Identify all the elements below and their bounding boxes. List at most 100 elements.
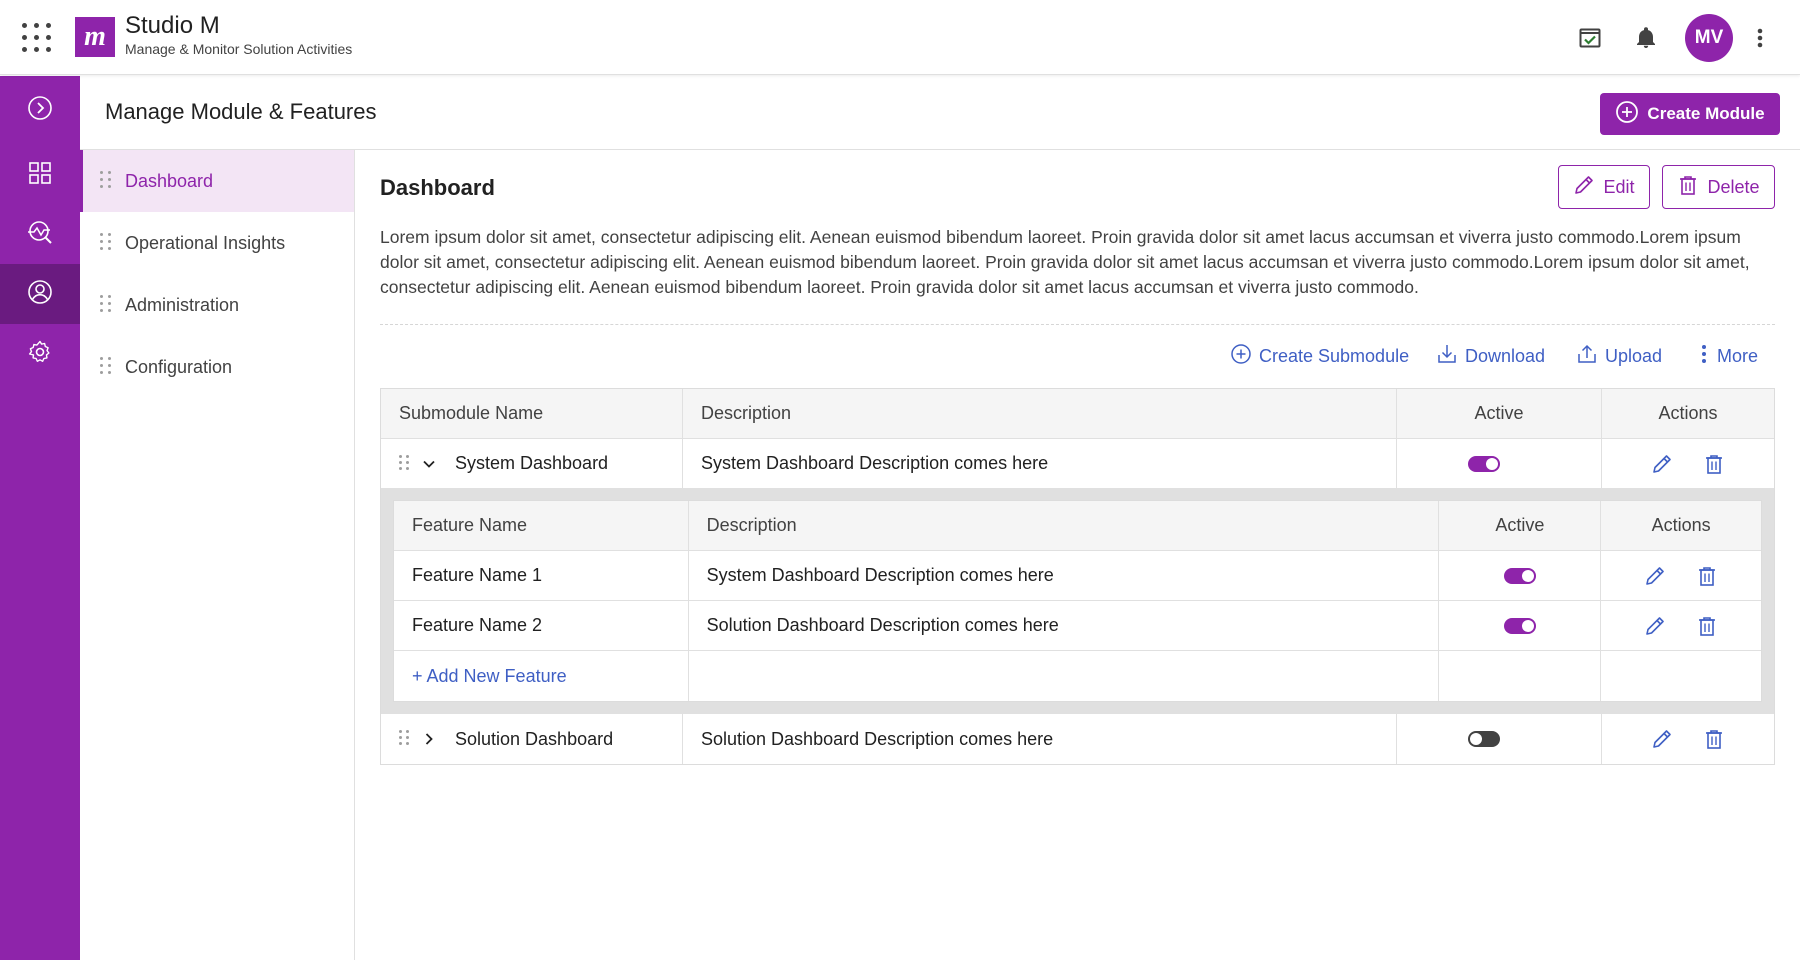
create-submodule-link[interactable]: Create Submodule [1230, 343, 1409, 369]
active-toggle[interactable] [1503, 617, 1536, 634]
plus-circle-icon [1615, 100, 1639, 129]
delete-button[interactable]: Delete [1662, 165, 1775, 209]
trash-icon [1677, 174, 1699, 201]
pencil-icon [1573, 174, 1595, 201]
active-cell [1439, 601, 1602, 650]
rail-expand-button[interactable] [0, 80, 80, 140]
more-link[interactable]: More [1698, 343, 1758, 369]
actions-cell [1601, 601, 1761, 650]
column-header: Actions [1651, 515, 1711, 535]
submodule-table: Submodule Name Description Active Action… [380, 388, 1775, 765]
module-nav-label: Configuration [125, 356, 233, 377]
bell-icon[interactable] [1632, 24, 1660, 52]
edit-pencil-icon[interactable] [1651, 728, 1673, 750]
table-row: Feature Name 2 Solution Dashboard Descri… [394, 601, 1761, 651]
table-row: + Add New Feature [394, 651, 1761, 701]
table-row: System Dashboard System Dashboard Descri… [381, 439, 1774, 489]
create-submodule-label: Create Submodule [1259, 345, 1410, 366]
drag-handle-icon[interactable] [100, 171, 112, 191]
module-nav-item-dashboard[interactable]: Dashboard [80, 150, 354, 212]
upload-label: Upload [1605, 345, 1663, 366]
delete-trash-icon[interactable] [1703, 453, 1725, 475]
module-nav-item-administration[interactable]: Administration [80, 274, 354, 336]
feature-description: Solution Dashboard Description comes her… [689, 601, 1440, 650]
actions-cell [1601, 551, 1761, 600]
active-toggle[interactable] [1468, 731, 1500, 747]
delete-trash-icon[interactable] [1703, 728, 1725, 750]
create-module-button[interactable]: Create Module [1600, 93, 1780, 135]
drag-handle-icon[interactable] [100, 233, 112, 253]
insights-icon [26, 218, 54, 251]
edit-pencil-icon[interactable] [1644, 615, 1666, 637]
edit-pencil-icon[interactable] [1651, 453, 1673, 475]
feature-name: Feature Name 1 [394, 551, 689, 600]
plus-circle-icon [1230, 343, 1252, 370]
download-link[interactable]: Download [1436, 343, 1545, 369]
chevron-down-icon[interactable] [421, 456, 437, 472]
download-label: Download [1465, 345, 1546, 366]
submodule-name-cell: System Dashboard [381, 439, 683, 488]
submodule-description: System Dashboard Description comes here [683, 439, 1397, 488]
actions-cell [1602, 714, 1774, 764]
top-app-bar: m Studio M Manage & Monitor Solution Act… [0, 0, 1800, 75]
actions-cell [1602, 439, 1774, 488]
delete-trash-icon[interactable] [1696, 615, 1718, 637]
submodule-name: Solution Dashboard [455, 728, 614, 749]
add-new-feature-link[interactable]: + Add New Feature [412, 666, 567, 687]
user-avatar[interactable]: MV [1685, 14, 1733, 62]
submodule-name: System Dashboard [455, 453, 609, 473]
drag-handle-icon[interactable] [399, 454, 409, 473]
active-toggle[interactable] [1503, 567, 1536, 584]
user-circle-icon [26, 278, 54, 311]
column-header: Active [1397, 389, 1602, 438]
module-nav-label: Dashboard [125, 170, 214, 191]
column-header: Description [683, 389, 1397, 438]
more-label: More [1717, 345, 1759, 366]
app-title: Studio M [125, 12, 220, 39]
edit-pencil-icon[interactable] [1644, 565, 1666, 587]
task-check-icon[interactable] [1576, 24, 1604, 52]
apps-grid-icon[interactable] [22, 23, 52, 53]
create-module-label: Create Module [1647, 104, 1765, 123]
empty-cell [689, 651, 1440, 701]
upload-icon [1576, 343, 1598, 370]
active-toggle[interactable] [1468, 455, 1500, 472]
table-header-row: Feature Name Description Active Actions [394, 501, 1761, 551]
download-icon [1436, 343, 1458, 370]
content-title: Dashboard [380, 175, 495, 200]
more-vertical-icon [1698, 343, 1710, 370]
chevron-right-icon[interactable] [421, 731, 437, 747]
left-nav-rail [0, 76, 80, 960]
edit-label: Edit [1603, 176, 1635, 197]
upload-link[interactable]: Upload [1576, 343, 1662, 369]
rail-item-users[interactable] [0, 264, 80, 324]
app-logo: m [75, 17, 115, 57]
settings-gear-icon [27, 339, 53, 370]
drag-handle-icon[interactable] [100, 357, 112, 377]
active-cell [1397, 439, 1602, 488]
feature-table: Feature Name Description Active Actions … [393, 500, 1762, 702]
empty-cell [1439, 651, 1602, 701]
rail-item-settings[interactable] [0, 324, 80, 384]
drag-handle-icon[interactable] [100, 295, 112, 315]
module-nav-item-configuration[interactable]: Configuration [80, 336, 354, 398]
delete-trash-icon[interactable] [1696, 565, 1718, 587]
add-feature-cell: + Add New Feature [394, 651, 689, 701]
edit-button[interactable]: Edit [1558, 165, 1650, 209]
more-vertical-icon[interactable] [1746, 24, 1774, 52]
feature-name: Feature Name 2 [394, 601, 689, 650]
feature-description: System Dashboard Description comes here [689, 551, 1440, 600]
module-nav: Dashboard Operational Insights Administr… [80, 150, 355, 960]
submodule-name-cell: Solution Dashboard [381, 714, 683, 764]
submodule-description: Solution Dashboard Description comes her… [683, 714, 1397, 764]
drag-handle-icon[interactable] [399, 730, 409, 748]
content-description: Lorem ipsum dolor sit amet, consectetur … [380, 227, 1750, 297]
column-header: Description [689, 501, 1440, 550]
section-divider [380, 324, 1775, 325]
column-header: Submodule Name [381, 389, 683, 438]
module-nav-item-operational-insights[interactable]: Operational Insights [80, 212, 354, 274]
app-subtitle: Manage & Monitor Solution Activities [125, 41, 353, 57]
rail-item-dashboard[interactable] [0, 145, 80, 205]
table-row: Feature Name 1 System Dashboard Descript… [394, 551, 1761, 601]
rail-item-insights[interactable] [0, 204, 80, 264]
